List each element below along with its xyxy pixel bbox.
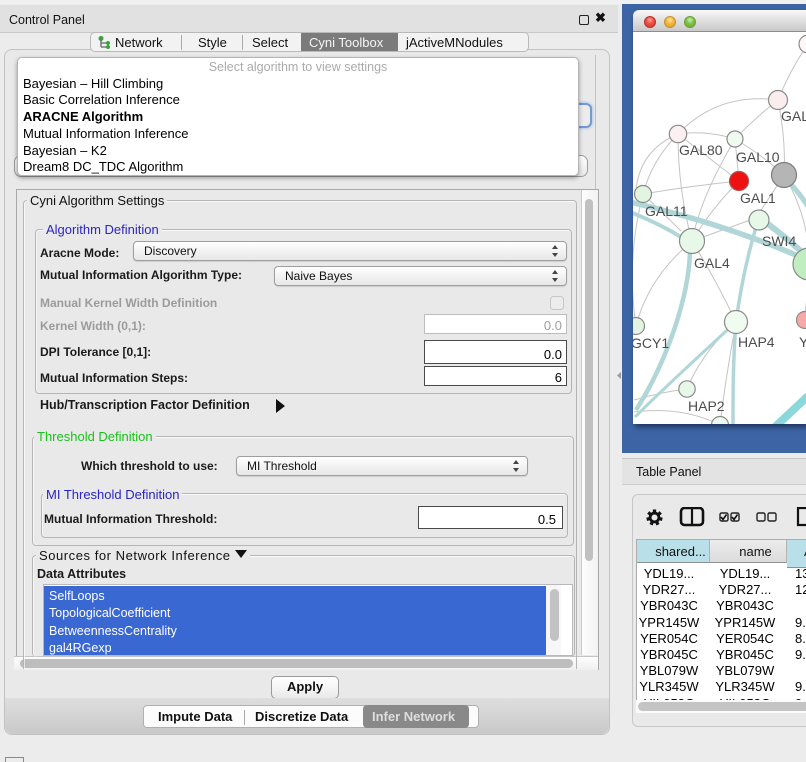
svg-text:GAL80: GAL80 — [679, 142, 723, 158]
svg-text:GCY1: GCY1 — [633, 335, 669, 351]
svg-text:GAL10: GAL10 — [736, 149, 780, 165]
svg-text:GAL11: GAL11 — [645, 203, 688, 219]
svg-text:HAP2: HAP2 — [688, 398, 725, 414]
svg-text:GAL4: GAL4 — [694, 255, 730, 271]
svg-text:SWI4: SWI4 — [762, 233, 796, 249]
svg-text:HAP4: HAP4 — [738, 334, 775, 350]
svg-text:GAL1: GAL1 — [740, 190, 776, 206]
svg-text:GAL2: GAL2 — [781, 108, 806, 124]
svg-text:Y: Y — [799, 334, 806, 350]
